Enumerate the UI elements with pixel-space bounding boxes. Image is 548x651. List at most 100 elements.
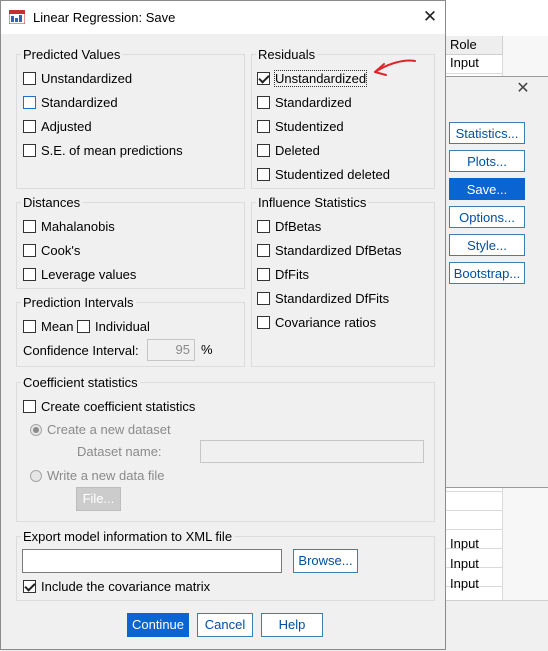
mahalanobis-checkbox[interactable]: Mahalanobis [23,219,115,234]
checkbox-label: Leverage values [41,267,137,282]
close-icon[interactable]: ✕ [419,6,441,28]
residuals-studentized-checkbox[interactable]: Studentized [257,119,344,134]
checkbox-box[interactable] [23,120,36,133]
grid-cell[interactable]: Input [450,576,479,591]
dialog-titlebar: Linear Regression: Save ✕ [1,1,445,34]
checkbox-box[interactable] [23,144,36,157]
checkbox-label: Covariance ratios [275,315,377,330]
statistics-button[interactable]: Statistics... [449,122,525,144]
covariance-ratios-checkbox[interactable]: Covariance ratios [257,315,376,330]
checkbox-box[interactable] [257,220,270,233]
checkbox-box[interactable] [257,292,270,305]
checkbox-box[interactable] [257,244,270,257]
checkbox-box[interactable] [23,320,36,333]
residuals-unstandardized-checkbox[interactable]: Unstandardized [257,70,368,87]
individual-interval-checkbox[interactable]: Individual [77,319,150,334]
standardized-dffits-checkbox[interactable]: Standardized DfFits [257,291,389,306]
checkbox-box[interactable] [257,96,270,109]
parent-close-icon[interactable]: ✕ [514,80,532,98]
browse-button[interactable]: Browse... [293,549,358,573]
save-button[interactable]: Save... [449,178,525,200]
grid-cell[interactable]: Input [450,556,479,571]
continue-button[interactable]: Continue [127,613,189,637]
file-button[interactable]: File... [76,487,121,511]
distances-legend: Distances [23,195,81,210]
checkbox-box[interactable] [257,316,270,329]
checkbox-label: Unstandardized [41,71,133,86]
checkbox-label: S.E. of mean predictions [41,143,183,158]
checkbox-label: Individual [95,319,150,334]
checkbox-label: Unstandardized [273,70,368,87]
checkbox-box[interactable] [23,268,36,281]
prediction-intervals-legend: Prediction Intervals [23,295,134,310]
checkbox-box[interactable] [23,400,36,413]
checkbox-label: Deleted [275,143,320,158]
dataset-name-input[interactable] [200,440,424,463]
coefficient-statistics-legend: Coefficient statistics [23,375,138,390]
residuals-standardized-checkbox[interactable]: Standardized [257,95,352,110]
confidence-interval-label: Confidence Interval: [23,343,139,358]
predicted-values-legend: Predicted Values [23,47,121,62]
checkbox-box[interactable] [23,72,36,85]
include-covariance-checkbox[interactable]: Include the covariance matrix [23,579,210,594]
checkbox-label: Studentized deleted [275,167,390,182]
dfbetas-checkbox[interactable]: DfBetas [257,219,321,234]
mean-interval-checkbox[interactable]: Mean [23,319,74,334]
checkbox-label: Standardized DfBetas [275,243,402,258]
residuals-deleted-checkbox[interactable]: Deleted [257,143,320,158]
checkbox-label: Cook's [41,243,81,258]
cancel-button[interactable]: Cancel [197,613,253,637]
predicted-unstandardized-checkbox[interactable]: Unstandardized [23,71,132,86]
cooks-checkbox[interactable]: Cook's [23,243,80,258]
checkbox-box[interactable] [257,72,270,85]
radio-label: Write a new data file [47,468,165,483]
checkbox-box[interactable] [77,320,90,333]
export-xml-legend: Export model information to XML file [23,529,233,544]
radio-dot[interactable] [30,423,42,436]
predicted-se-mean-checkbox[interactable]: S.E. of mean predictions [23,143,183,158]
checkbox-box[interactable] [23,96,36,109]
confidence-interval-input[interactable]: 95 [147,339,195,361]
checkbox-box[interactable] [257,144,270,157]
spss-app-icon [9,10,25,24]
style-button[interactable]: Style... [449,234,525,256]
checkbox-box[interactable] [257,168,270,181]
checkbox-box[interactable] [23,220,36,233]
checkbox-label: Mean [41,319,74,334]
checkbox-label: Standardized [41,95,118,110]
checkbox-label: Standardized [275,95,352,110]
dataset-name-label: Dataset name: [77,444,162,459]
plots-button[interactable]: Plots... [449,150,525,172]
create-coefficient-statistics-checkbox[interactable]: Create coefficient statistics [23,399,195,414]
checkbox-box[interactable] [23,244,36,257]
grid-cell[interactable]: Input [450,536,479,551]
background-grid-bottom [446,600,548,651]
checkbox-box[interactable] [257,268,270,281]
grid-cell[interactable]: Input [450,55,479,70]
radio-label: Create a new dataset [47,422,171,437]
predicted-values-group: Predicted Values [16,47,245,189]
checkbox-label: Standardized DfFits [275,291,390,306]
standardized-dfbetas-checkbox[interactable]: Standardized DfBetas [257,243,401,258]
bootstrap-button[interactable]: Bootstrap... [449,262,525,284]
write-new-data-file-radio[interactable]: Write a new data file [30,468,165,483]
annotation-arrow-icon [374,59,416,76]
influence-statistics-legend: Influence Statistics [258,195,367,210]
help-button[interactable]: Help [261,613,323,637]
options-button[interactable]: Options... [449,206,525,228]
checkbox-label: DfFits [275,267,309,282]
grid-header-role: Role [450,37,477,52]
checkbox-label: Mahalanobis [41,219,115,234]
dialog-title: Linear Regression: Save [33,10,176,25]
leverage-values-checkbox[interactable]: Leverage values [23,267,136,282]
predicted-standardized-checkbox[interactable]: Standardized [23,95,118,110]
dffits-checkbox[interactable]: DfFits [257,267,309,282]
xml-file-path-input[interactable] [22,549,282,573]
radio-dot[interactable] [30,469,42,482]
create-new-dataset-radio[interactable]: Create a new dataset [30,422,171,437]
checkbox-box[interactable] [257,120,270,133]
residuals-studentized-deleted-checkbox[interactable]: Studentized deleted [257,167,390,182]
checkbox-label: DfBetas [275,219,322,234]
predicted-adjusted-checkbox[interactable]: Adjusted [23,119,92,134]
checkbox-box[interactable] [23,580,36,593]
